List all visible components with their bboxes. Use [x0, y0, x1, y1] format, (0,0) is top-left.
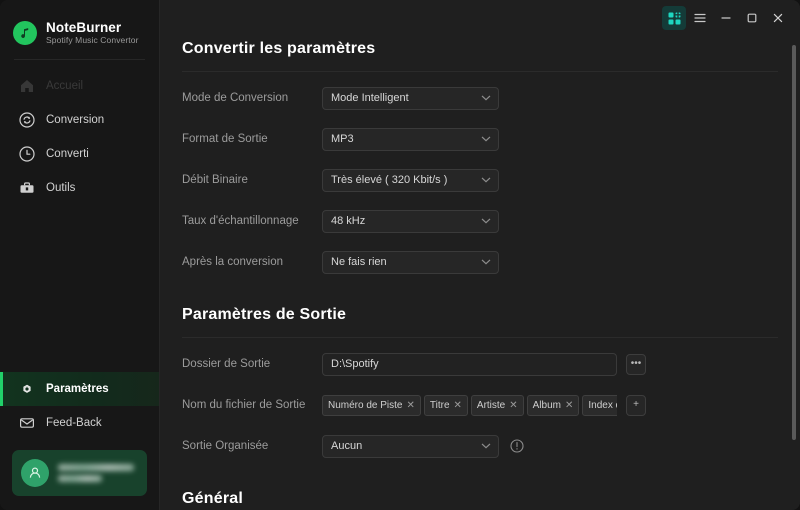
- sidebar-item-conversion[interactable]: Conversion: [0, 103, 159, 137]
- sidebar-item-label: Outils: [46, 182, 75, 194]
- sidebar-nav: Accueil Conversion Converti: [0, 69, 159, 205]
- sidebar-item-feedback[interactable]: Feed-Back: [0, 406, 159, 440]
- chevron-down-icon: [481, 259, 491, 266]
- tag-label: Artiste: [477, 400, 505, 411]
- select-value: Mode Intelligent: [331, 92, 409, 104]
- music-note-icon: [13, 21, 37, 45]
- section-divider: [182, 71, 778, 72]
- sidebar-item-outils[interactable]: Outils: [0, 171, 159, 205]
- field-apres-la-conversion: Après la conversion Ne fais rien: [182, 247, 800, 277]
- sidebar-item-parametres[interactable]: Paramètres: [0, 372, 159, 406]
- avatar: [21, 459, 49, 487]
- sidebar-item-label: Feed-Back: [46, 417, 102, 429]
- field-label: Mode de Conversion: [182, 92, 322, 104]
- sidebar-item-label: Converti: [46, 148, 89, 160]
- select-value: 48 kHz: [331, 215, 365, 227]
- field-label: Format de Sortie: [182, 133, 322, 145]
- user-name-blurred: [58, 464, 134, 471]
- field-taux-echantillonnage: Taux d'échantillonnage 48 kHz: [182, 206, 800, 236]
- field-mode-de-conversion: Mode de Conversion Mode Intelligent: [182, 83, 800, 113]
- field-dossier-de-sortie: Dossier de Sortie D:\Spotify •••: [182, 349, 800, 379]
- brand-divider: [14, 59, 145, 60]
- chevron-down-icon: [481, 95, 491, 102]
- field-label: Débit Binaire: [182, 174, 322, 186]
- sidebar-item-converti[interactable]: Converti: [0, 137, 159, 171]
- app-window: NoteBurner Spotify Music Convertor Accue…: [0, 0, 800, 510]
- sidebar-item-label: Conversion: [46, 114, 104, 126]
- refresh-icon: [19, 112, 35, 128]
- sidebar-item-accueil[interactable]: Accueil: [0, 69, 159, 103]
- brand-title: NoteBurner: [46, 20, 139, 36]
- field-label: Dossier de Sortie: [182, 358, 322, 370]
- section-divider: [182, 337, 778, 338]
- chevron-down-icon: [481, 177, 491, 184]
- section-title-general: Général: [182, 490, 800, 508]
- field-debit-binaire: Débit Binaire Très élevé ( 320 Kbit/s ): [182, 165, 800, 195]
- select-value: Ne fais rien: [331, 256, 387, 268]
- tag-remove-icon[interactable]: ✕: [406, 400, 414, 411]
- gear-icon: [19, 381, 35, 397]
- envelope-icon: [19, 415, 35, 431]
- brand-subtitle: Spotify Music Convertor: [46, 36, 139, 46]
- section-title-parametres-sortie: Paramètres de Sortie: [182, 306, 800, 324]
- format-de-sortie-select[interactable]: MP3: [322, 128, 499, 151]
- select-value: MP3: [331, 133, 354, 145]
- select-value: Aucun: [331, 440, 362, 452]
- info-icon[interactable]: [510, 439, 524, 453]
- main-content: Convertir les paramètres Mode de Convers…: [160, 0, 800, 510]
- field-label: Après la conversion: [182, 256, 322, 268]
- field-label: Sortie Organisée: [182, 440, 322, 452]
- field-nom-du-fichier-de-sortie: Nom du fichier de Sortie Numéro de Piste…: [182, 390, 800, 420]
- sidebar: NoteBurner Spotify Music Convertor Accue…: [0, 0, 160, 510]
- field-label: Nom du fichier de Sortie: [182, 399, 322, 411]
- select-value: Très élevé ( 320 Kbit/s ): [331, 174, 447, 186]
- tag-label: Titre: [430, 400, 450, 411]
- tag-remove-icon[interactable]: ✕: [509, 400, 517, 411]
- vertical-scrollbar[interactable]: [792, 45, 796, 440]
- input-value: D:\Spotify: [331, 358, 379, 370]
- user-plan-blurred: [58, 475, 102, 482]
- clock-icon: [19, 146, 35, 162]
- field-format-de-sortie: Format de Sortie MP3: [182, 124, 800, 154]
- chevron-down-icon: [481, 136, 491, 143]
- tag-label: Album: [533, 400, 561, 411]
- tag-label: Index des Playli: [588, 400, 617, 411]
- sidebar-item-label: Accueil: [46, 80, 83, 92]
- field-label: Taux d'échantillonnage: [182, 215, 322, 227]
- mode-de-conversion-select[interactable]: Mode Intelligent: [322, 87, 499, 110]
- browse-folder-button[interactable]: •••: [626, 354, 646, 375]
- taux-echantillonnage-select[interactable]: 48 kHz: [322, 210, 499, 233]
- filename-tag[interactable]: Index des Playli: [582, 395, 617, 416]
- apres-la-conversion-select[interactable]: Ne fais rien: [322, 251, 499, 274]
- debit-binaire-select[interactable]: Très élevé ( 320 Kbit/s ): [322, 169, 499, 192]
- settings-content: Convertir les paramètres Mode de Convers…: [160, 0, 800, 510]
- sidebar-item-label: Paramètres: [46, 383, 109, 395]
- tag-remove-icon[interactable]: ✕: [454, 400, 462, 411]
- filename-tag[interactable]: Artiste ✕: [471, 395, 524, 416]
- tag-label: Numéro de Piste: [328, 400, 402, 411]
- chevron-down-icon: [481, 218, 491, 225]
- sortie-organisee-select[interactable]: Aucun: [322, 435, 499, 458]
- filename-tag-list: Numéro de Piste ✕ Titre ✕ Artiste ✕ Albu…: [322, 394, 617, 417]
- filename-tag[interactable]: Numéro de Piste ✕: [322, 395, 421, 416]
- tag-remove-icon[interactable]: ✕: [565, 400, 573, 411]
- user-info: [58, 464, 134, 482]
- home-icon: [19, 78, 35, 94]
- sidebar-bottom-nav: Paramètres Feed-Back: [0, 372, 159, 510]
- field-sortie-organisee: Sortie Organisée Aucun: [182, 431, 800, 461]
- dossier-de-sortie-input[interactable]: D:\Spotify: [322, 353, 617, 376]
- add-filename-tag-button[interactable]: +: [626, 395, 646, 416]
- filename-tag[interactable]: Titre ✕: [424, 395, 468, 416]
- brand: NoteBurner Spotify Music Convertor: [0, 0, 159, 52]
- person-icon: [27, 465, 43, 481]
- user-account-card[interactable]: [12, 450, 147, 496]
- section-title-convertir: Convertir les paramètres: [182, 40, 800, 58]
- chevron-down-icon: [481, 443, 491, 450]
- toolbox-icon: [19, 180, 35, 196]
- filename-tag[interactable]: Album ✕: [527, 395, 580, 416]
